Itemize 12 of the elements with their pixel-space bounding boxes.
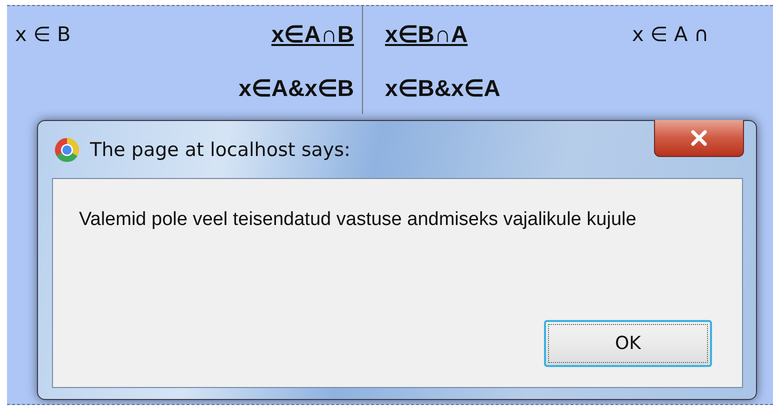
circle-logo-icon	[54, 136, 80, 162]
table-cell: x∈A&x∈B	[238, 74, 354, 102]
table-cell: x ∈ A ∩	[632, 22, 709, 46]
table-cell: x∈B∩A	[385, 20, 468, 48]
table-cell: x∈A∩B	[271, 20, 354, 48]
dialog-title: The page at localhost says:	[90, 138, 350, 160]
close-icon	[689, 130, 709, 146]
close-button[interactable]	[654, 120, 744, 157]
table-cell: x ∈ B	[15, 22, 71, 46]
ok-button[interactable]: OK	[544, 320, 712, 367]
table-cell: x∈B&x∈A	[385, 74, 500, 102]
dialog-message: Valemid pole veel teisendatud vastuse andmiseks vajalikule kujule	[79, 208, 638, 232]
